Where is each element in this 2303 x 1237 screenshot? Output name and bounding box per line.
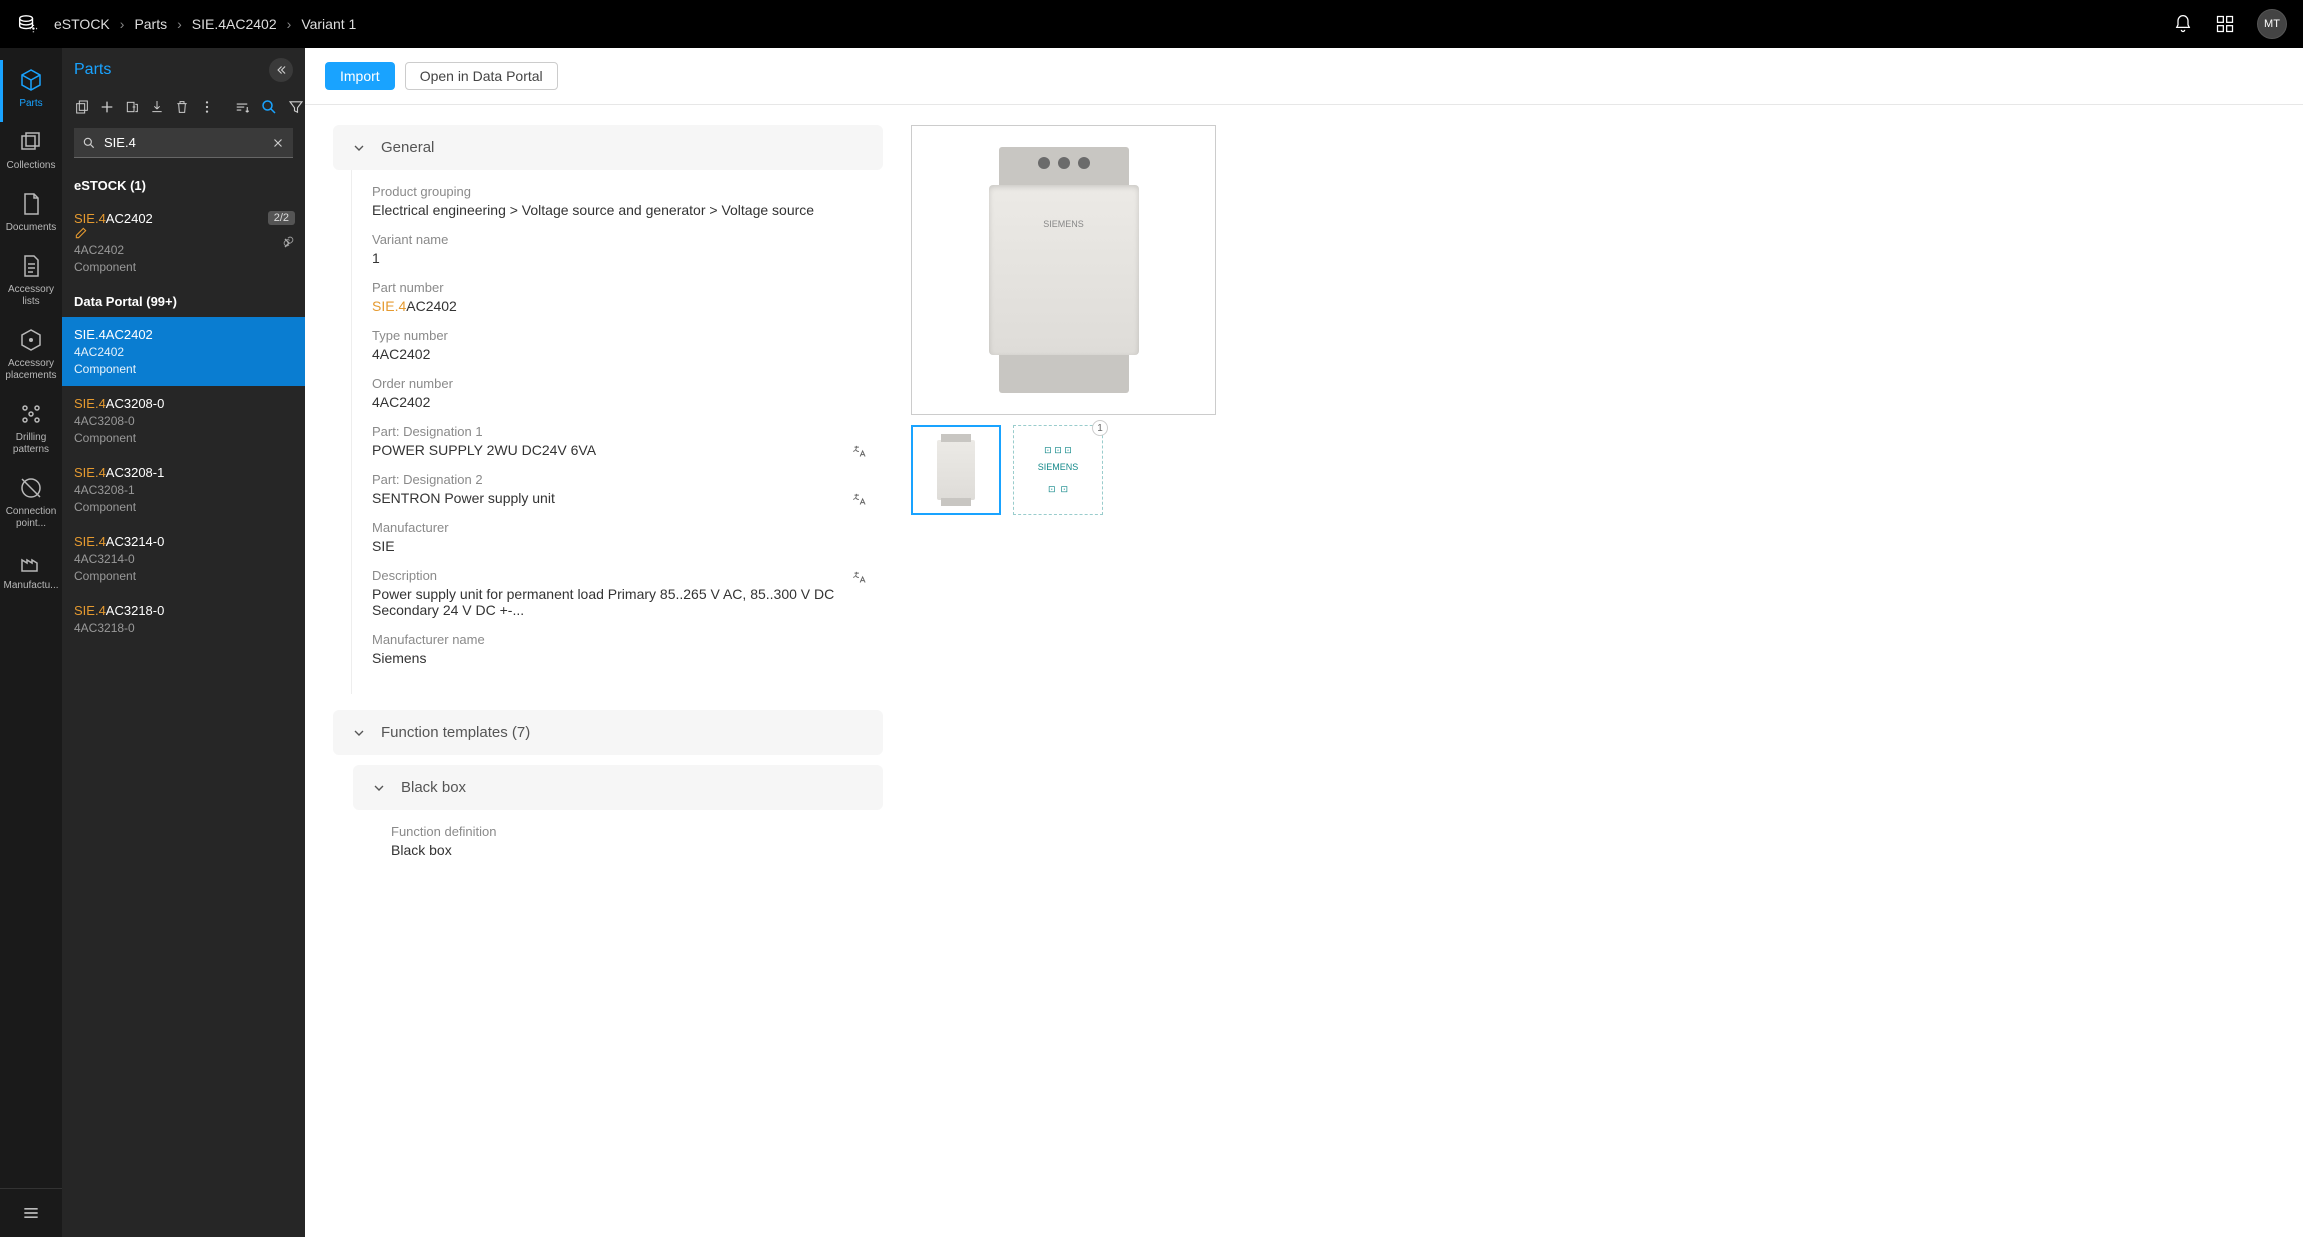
clear-search-icon[interactable] (271, 136, 285, 150)
rail-item-documents[interactable]: Documents (0, 184, 62, 246)
field-value: SIE.4AC2402 (372, 298, 865, 314)
rail-item-accessory-placements[interactable]: Accessory placements (0, 320, 62, 394)
rail-item-collections[interactable]: Collections (0, 122, 62, 184)
thumb-badge: 1 (1092, 420, 1108, 436)
field-label: Function definition (391, 824, 865, 839)
thumbnail-1[interactable] (911, 425, 1001, 515)
field-value: SIE (372, 538, 865, 554)
thumbnail-row: ⊡ ⊡ ⊡ SIEMENS ⊡ ⊡ 1 (911, 425, 1221, 515)
image-column: SIEMENS ⊡ ⊡ ⊡ SIEMENS (911, 125, 1221, 876)
translate-icon[interactable] (852, 444, 867, 459)
list-item[interactable]: SIE.4AC3208-0 4AC3208-0 Component (62, 386, 305, 455)
crumb-3[interactable]: Variant 1 (301, 16, 356, 32)
field-label: Order number (372, 376, 865, 391)
rail-item-parts[interactable]: Parts (0, 60, 62, 122)
delete-icon[interactable] (174, 99, 190, 115)
field-label: Manufacturer (372, 520, 865, 535)
bell-icon[interactable] (2173, 14, 2193, 34)
panel-toolbar (62, 92, 305, 122)
group-portal-header: Data Portal (99+) (62, 284, 305, 317)
field-value: 4AC2402 (372, 394, 865, 410)
avatar[interactable]: MT (2257, 9, 2287, 39)
open-portal-button[interactable]: Open in Data Portal (405, 62, 558, 90)
search-input[interactable] (74, 128, 293, 158)
apps-icon[interactable] (2215, 14, 2235, 34)
sort-icon[interactable] (233, 98, 251, 116)
crumb-1[interactable]: Parts (134, 16, 167, 32)
chevron-down-icon (351, 140, 367, 156)
list-item[interactable]: SIE.4AC2402 4AC2402 Component 2/2 (62, 201, 305, 284)
chevron-down-icon (351, 725, 367, 741)
field-value: Power supply unit for permanent load Pri… (372, 586, 865, 618)
app-logo[interactable] (16, 12, 40, 36)
topbar: eSTOCK › Parts › SIE.4AC2402 › Variant 1… (0, 0, 2303, 48)
import-button[interactable]: Import (325, 62, 395, 90)
rail-item-connection-point[interactable]: Connection point... (0, 468, 62, 542)
breadcrumb-sep: › (177, 16, 182, 32)
portal-list: SIE.4AC2402 4AC2402 Component SIE.4AC320… (62, 317, 305, 1237)
nav-rail: Parts Collections Documents Accessory li… (0, 48, 62, 1237)
field-label: Part: Designation 1 (372, 424, 865, 439)
field-label: Part: Designation 2 (372, 472, 865, 487)
list-item[interactable]: SIE.4AC2402 4AC2402 Component (62, 317, 305, 386)
chevron-right-icon[interactable] (279, 235, 295, 251)
function-templates-card: Function templates (7) Black box Functio… (333, 710, 883, 876)
group-local-header: eSTOCK (1) (62, 168, 305, 201)
field-value: 1 (372, 250, 865, 266)
field-value: SENTRON Power supply unit (372, 490, 865, 506)
field-label: Variant name (372, 232, 865, 247)
crumb-2[interactable]: SIE.4AC2402 (192, 16, 277, 32)
blackbox-header[interactable]: Black box (353, 765, 883, 810)
copy-icon[interactable] (74, 99, 90, 115)
crumb-0[interactable]: eSTOCK (54, 16, 110, 32)
more-icon[interactable] (199, 99, 215, 115)
collapse-panel-icon[interactable] (269, 58, 293, 82)
translate-icon[interactable] (852, 492, 867, 507)
product-image-preview: SIEMENS (911, 125, 1216, 415)
general-card: General Product grouping Electrical engi… (333, 125, 883, 694)
content-area: Import Open in Data Portal General Produ… (305, 48, 2303, 1237)
rail-item-drilling-patterns[interactable]: Drilling patterns (0, 394, 62, 468)
field-value: Electrical engineering > Voltage source … (372, 202, 865, 218)
download-icon[interactable] (149, 99, 165, 115)
filter-icon[interactable] (287, 98, 305, 116)
field-value: Siemens (372, 650, 865, 666)
edit-icon[interactable] (74, 226, 293, 240)
variant-badge: 2/2 (268, 211, 295, 225)
content-toolbar: Import Open in Data Portal (305, 48, 2303, 105)
breadcrumb-sep: › (287, 16, 292, 32)
parts-panel: Parts eSTOCK (1) (62, 48, 305, 1237)
field-label: Manufacturer name (372, 632, 865, 647)
field-label: Product grouping (372, 184, 865, 199)
thumbnail-2[interactable]: ⊡ ⊡ ⊡ SIEMENS ⊡ ⊡ 1 (1013, 425, 1103, 515)
function-templates-header[interactable]: Function templates (7) (333, 710, 883, 755)
breadcrumb-sep: › (120, 16, 125, 32)
menu-icon[interactable] (0, 1188, 62, 1237)
field-value: Black box (391, 842, 865, 858)
list-item[interactable]: SIE.4AC3214-0 4AC3214-0 Component (62, 524, 305, 593)
general-card-header[interactable]: General (333, 125, 883, 170)
search-icon (82, 136, 96, 150)
search-toggle-icon[interactable] (260, 98, 278, 116)
panel-title: Parts (74, 61, 111, 79)
list-item[interactable]: SIE.4AC3218-0 4AC3218-0 (62, 593, 305, 645)
field-label: Type number (372, 328, 865, 343)
search-input-container (74, 128, 293, 158)
field-value: 4AC2402 (372, 346, 865, 362)
breadcrumb: eSTOCK › Parts › SIE.4AC2402 › Variant 1 (54, 16, 356, 32)
rail-item-accessory-lists[interactable]: Accessory lists (0, 246, 62, 320)
chevron-down-icon (371, 780, 387, 796)
field-label: Description (372, 568, 865, 583)
rail-item-manufacturers[interactable]: Manufactu... (0, 542, 62, 604)
list-item[interactable]: SIE.4AC3208-1 4AC3208-1 Component (62, 455, 305, 524)
field-value: POWER SUPPLY 2WU DC24V 6VA (372, 442, 865, 458)
field-label: Part number (372, 280, 865, 295)
translate-icon[interactable] (852, 570, 867, 585)
duplicate-icon[interactable] (124, 99, 140, 115)
add-icon[interactable] (99, 99, 115, 115)
